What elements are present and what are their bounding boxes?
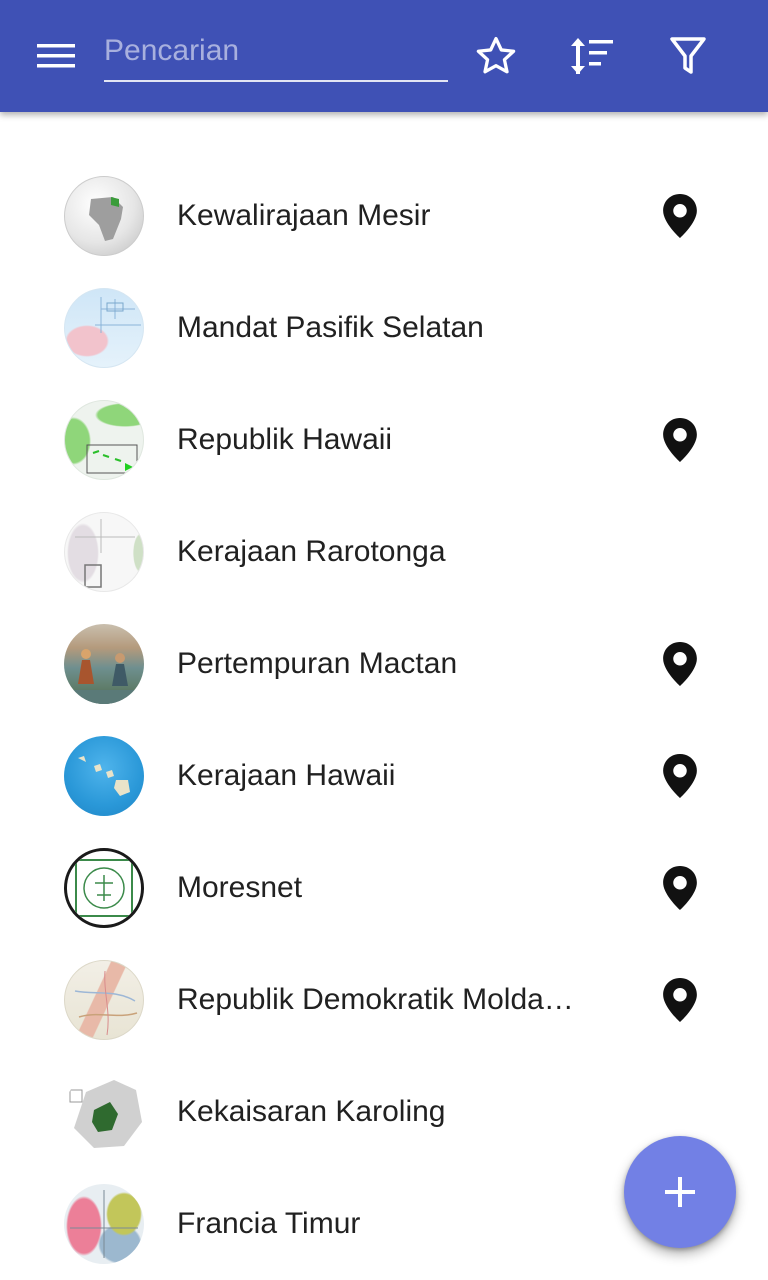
add-button[interactable]	[624, 1136, 736, 1248]
location-pin-icon[interactable]	[662, 866, 698, 910]
rarotonga-map-thumbnail	[64, 512, 144, 592]
location-pin-icon[interactable]	[662, 642, 698, 686]
sort-button[interactable]	[562, 26, 622, 86]
star-icon	[476, 36, 516, 74]
app-bar	[0, 0, 768, 112]
stamp-emblem-thumbnail	[64, 848, 144, 928]
location-pin-icon[interactable]	[662, 754, 698, 798]
list-item-label: Kerajaan Hawaii	[177, 759, 396, 792]
plus-icon	[665, 1177, 695, 1207]
list-item[interactable]: Kerajaan Hawaii	[0, 720, 768, 832]
list-item-label: Francia Timur	[177, 1207, 361, 1240]
list-item[interactable]: Republik Hawaii	[0, 384, 768, 496]
list-item[interactable]: Moresnet	[0, 832, 768, 944]
list-item-label: Kewalirajaan Mesir	[177, 199, 431, 232]
location-pin-icon[interactable]	[662, 978, 698, 1022]
list-item-label: Republik Demokratik Molda…	[177, 983, 574, 1016]
europe-map-thumbnail	[64, 1072, 144, 1152]
list-item[interactable]: Republik Demokratik Molda…	[0, 944, 768, 1056]
list-item-label: Pertempuran Mactan	[177, 647, 458, 680]
search-input[interactable]	[104, 22, 448, 82]
list-item-label: Kekaisaran Karoling	[177, 1095, 446, 1128]
item-list: Kewalirajaan Mesir Mandat Pasifik Selata…	[0, 160, 768, 1280]
menu-icon	[37, 44, 75, 68]
list-item[interactable]: Pertempuran Mactan	[0, 608, 768, 720]
menu-button[interactable]	[24, 32, 88, 80]
list-item-label: Kerajaan Rarotonga	[177, 535, 446, 568]
hawaii-islands-thumbnail	[64, 736, 144, 816]
list-item[interactable]: Mandat Pasifik Selatan	[0, 272, 768, 384]
sort-icon	[571, 38, 613, 74]
hawaii-map-thumbnail	[64, 400, 144, 480]
east-francia-map-thumbnail	[64, 1184, 144, 1264]
list-item-label: Republik Hawaii	[177, 423, 393, 456]
list-item[interactable]: Kewalirajaan Mesir	[0, 160, 768, 272]
moldavia-map-thumbnail	[64, 960, 144, 1040]
pacific-map-thumbnail	[64, 288, 144, 368]
globe-africa-thumbnail	[64, 176, 144, 256]
filter-icon	[670, 37, 706, 74]
list-item[interactable]: Kerajaan Rarotonga	[0, 496, 768, 608]
favorites-button[interactable]	[466, 26, 526, 86]
list-item-label: Mandat Pasifik Selatan	[177, 311, 484, 344]
list-item-label: Moresnet	[177, 871, 303, 904]
filter-button[interactable]	[658, 26, 718, 86]
location-pin-icon[interactable]	[662, 194, 698, 238]
location-pin-icon[interactable]	[662, 418, 698, 462]
battle-painting-thumbnail	[64, 624, 144, 704]
